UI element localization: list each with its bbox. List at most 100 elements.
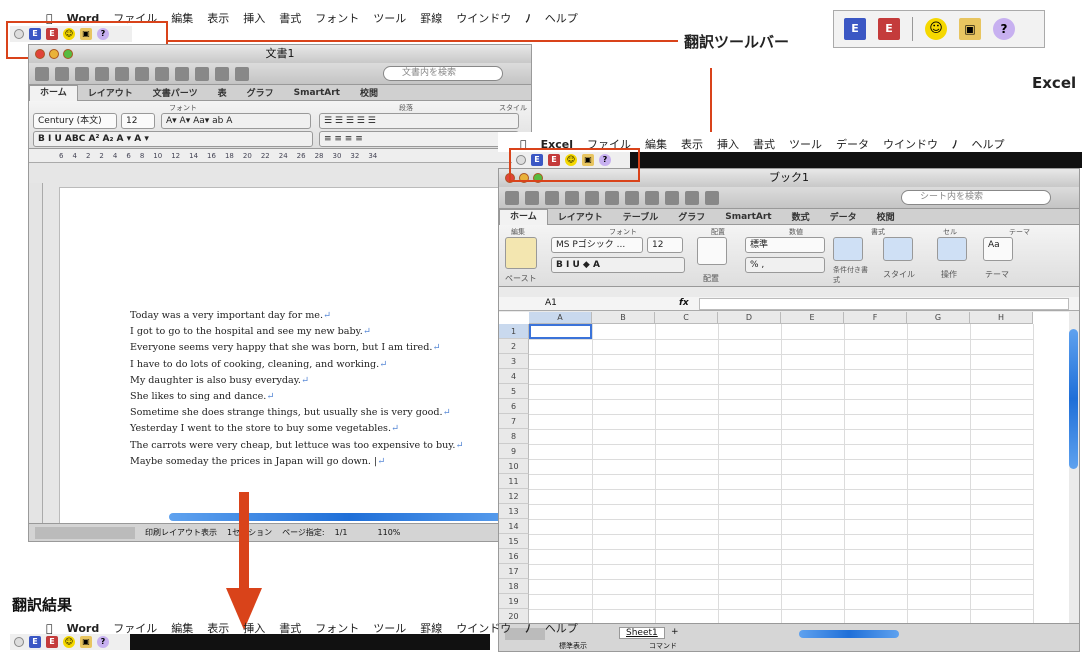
- new-doc-icon[interactable]: [35, 66, 49, 81]
- menu-window[interactable]: ウインドウ: [883, 136, 938, 152]
- column-header[interactable]: D: [718, 312, 781, 324]
- document-page[interactable]: Today was a very important day for me.↵ …: [59, 187, 529, 527]
- translate-ej-icon[interactable]: E: [29, 636, 41, 648]
- view-buttons[interactable]: [35, 526, 135, 539]
- menu-format[interactable]: 書式: [753, 136, 775, 152]
- close-circle-icon[interactable]: [14, 637, 24, 647]
- style-button[interactable]: [883, 237, 913, 261]
- new-doc-icon[interactable]: [505, 190, 519, 205]
- menu-tools[interactable]: ツール: [373, 10, 406, 26]
- row-header[interactable]: 7: [499, 414, 529, 429]
- translate-ej-dict-icon[interactable]: E: [46, 636, 58, 648]
- column-header[interactable]: E: [781, 312, 844, 324]
- column-header[interactable]: B: [592, 312, 655, 324]
- script-menu-icon[interactable]: ﾉ: [952, 136, 958, 152]
- save-icon[interactable]: [565, 190, 579, 205]
- undo-icon[interactable]: [215, 66, 229, 81]
- tab-home[interactable]: ホーム: [29, 84, 78, 101]
- menu-format[interactable]: 書式: [279, 10, 301, 26]
- apple-menu[interactable]: : [46, 622, 53, 635]
- align-tools-row[interactable]: ≡ ≡ ≡ ≡: [319, 131, 519, 147]
- paragraph-tools-row[interactable]: ☰ ☰ ☰ ☰ ☰: [319, 113, 519, 129]
- row-header[interactable]: 9: [499, 444, 529, 459]
- document-icon[interactable]: ▣: [80, 636, 92, 648]
- tab-review[interactable]: 校閲: [867, 210, 905, 223]
- font-name-select[interactable]: Century (本文): [33, 113, 117, 129]
- row-header[interactable]: 16: [499, 549, 529, 564]
- zoom-button[interactable]: [63, 49, 73, 59]
- row-header[interactable]: 2: [499, 339, 529, 354]
- row-header[interactable]: 14: [499, 519, 529, 534]
- column-header[interactable]: F: [844, 312, 907, 324]
- menu-view[interactable]: 表示: [681, 136, 703, 152]
- script-menu-icon[interactable]: ﾉ: [525, 10, 531, 26]
- row-header[interactable]: 5: [499, 384, 529, 399]
- row-header[interactable]: 6: [499, 399, 529, 414]
- column-header[interactable]: H: [970, 312, 1033, 324]
- gallery-icon[interactable]: [525, 190, 539, 205]
- number-tools[interactable]: % ,: [745, 257, 825, 273]
- help-icon[interactable]: ?: [97, 636, 109, 648]
- conditional-format-button[interactable]: [833, 237, 863, 261]
- cells-button[interactable]: [937, 237, 967, 261]
- minimize-button[interactable]: [49, 49, 59, 59]
- format-brush-icon[interactable]: [665, 190, 679, 205]
- menu-window[interactable]: ウインドウ: [456, 10, 511, 26]
- sheet-tab-sheet1[interactable]: Sheet1: [619, 627, 665, 639]
- tab-table[interactable]: 表: [208, 86, 237, 99]
- print-icon[interactable]: [585, 190, 599, 205]
- document-body[interactable]: Today was a very important day for me.↵ …: [130, 308, 464, 470]
- paste-button[interactable]: [505, 237, 537, 269]
- menu-insert[interactable]: 挿入: [243, 10, 265, 26]
- menu-app-word[interactable]: Word: [67, 622, 100, 635]
- tab-formulas[interactable]: 数式: [782, 210, 820, 223]
- tab-smartart[interactable]: SmartArt: [284, 88, 350, 98]
- gallery-icon[interactable]: [55, 66, 69, 81]
- tab-review[interactable]: 校閲: [350, 86, 388, 99]
- name-box[interactable]: A1: [545, 298, 557, 308]
- tab-chart[interactable]: グラフ: [237, 86, 284, 99]
- row-header[interactable]: 17: [499, 564, 529, 579]
- tab-layout[interactable]: レイアウト: [78, 86, 143, 99]
- copy-icon[interactable]: [625, 190, 639, 205]
- copy-icon[interactable]: [155, 66, 169, 81]
- cut-icon[interactable]: [605, 190, 619, 205]
- row-header[interactable]: 11: [499, 474, 529, 489]
- menu-font[interactable]: フォント: [315, 10, 359, 26]
- row-header[interactable]: 3: [499, 354, 529, 369]
- save-icon[interactable]: [95, 66, 109, 81]
- row-header[interactable]: 18: [499, 579, 529, 594]
- column-header[interactable]: C: [655, 312, 718, 324]
- format-brush-icon[interactable]: [195, 66, 209, 81]
- horizontal-scrollbar[interactable]: [799, 630, 899, 638]
- paste-icon[interactable]: [175, 66, 189, 81]
- menu-help[interactable]: ヘルプ: [545, 10, 578, 26]
- open-icon[interactable]: [545, 190, 559, 205]
- close-button[interactable]: [35, 49, 45, 59]
- menu-table[interactable]: 罫線: [420, 10, 442, 26]
- paste-icon[interactable]: [645, 190, 659, 205]
- menu-insert[interactable]: 挿入: [717, 136, 739, 152]
- tab-tables[interactable]: テーブル: [613, 210, 668, 223]
- horizontal-scrollbar[interactable]: [169, 513, 529, 521]
- redo-icon[interactable]: [705, 190, 719, 205]
- tab-layout[interactable]: レイアウト: [548, 210, 613, 223]
- row-header[interactable]: 8: [499, 429, 529, 444]
- font-size-select[interactable]: 12: [121, 113, 155, 129]
- number-format-select[interactable]: 標準: [745, 237, 825, 253]
- spreadsheet-grid[interactable]: A B C D E F G H 1 2 3 4 5 6 7 8 9 10 11 12 13 14 15 16 17 18 19 20: [499, 312, 1069, 625]
- word-search-input[interactable]: 文書内を検索: [383, 66, 503, 81]
- undo-icon[interactable]: [685, 190, 699, 205]
- print-icon[interactable]: [115, 66, 129, 81]
- row-header[interactable]: 4: [499, 369, 529, 384]
- add-sheet-icon[interactable]: +: [671, 627, 679, 637]
- open-icon[interactable]: [75, 66, 89, 81]
- excel-search-input[interactable]: シート内を検索: [901, 190, 1051, 205]
- fx-button[interactable]: fx: [679, 298, 689, 308]
- row-header[interactable]: 15: [499, 534, 529, 549]
- cut-icon[interactable]: [135, 66, 149, 81]
- menu-data[interactable]: データ: [836, 136, 869, 152]
- redo-icon[interactable]: [235, 66, 249, 81]
- selected-cell-a1[interactable]: [529, 324, 592, 339]
- row-header[interactable]: 1: [499, 324, 529, 339]
